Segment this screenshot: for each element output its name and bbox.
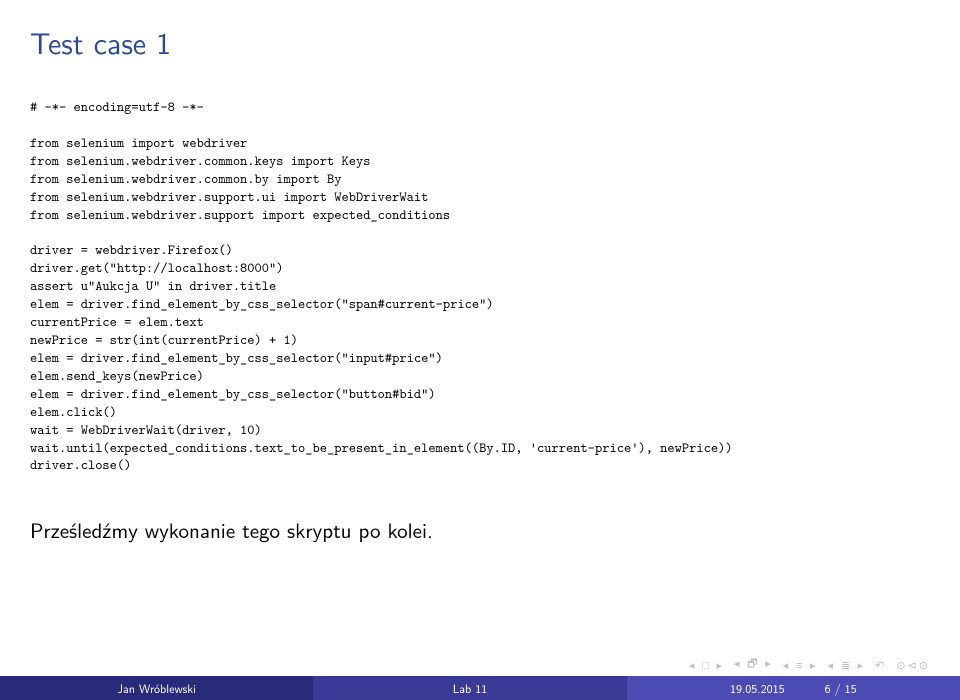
code-block: # -*- encoding=utf-8 -*- from selenium i… [30,99,930,475]
nav-section-icon[interactable]: ◂ ≡ ▸ [783,657,818,673]
footer-date: 19.05.2015 [730,679,785,697]
footline: Jan Wróblewski Lab 11 19.05.2015 6 / 15 [0,676,960,700]
body-text: Prześledźmy wykonanie tego skryptu po ko… [30,515,930,545]
nav-back-icon[interactable]: ↶ [875,657,886,673]
footer-right: 19.05.2015 6 / 15 [627,676,960,700]
nav-symbols: ◂ □ ▸ ◂ 🗗 ▸ ◂ ≡ ▸ ◂ ≣ ▸ ↶ ⊙⊲⊙ [689,655,930,674]
nav-search-icon[interactable]: ⊙⊲⊙ [896,657,930,673]
slide-body: Test case 1 # -*- encoding=utf-8 -*- fro… [0,0,960,660]
nav-subsection-icon[interactable]: ◂ ≣ ▸ [828,657,866,673]
footer-page: 6 / 15 [825,679,857,697]
nav-subframe-icon[interactable]: ◂ 🗗 ▸ [734,655,773,674]
nav-frame-icon[interactable]: ◂ □ ▸ [689,657,724,673]
footer-title: Lab 11 [313,676,626,700]
slide-title: Test case 1 [30,20,930,64]
footer-author: Jan Wróblewski [0,676,313,700]
